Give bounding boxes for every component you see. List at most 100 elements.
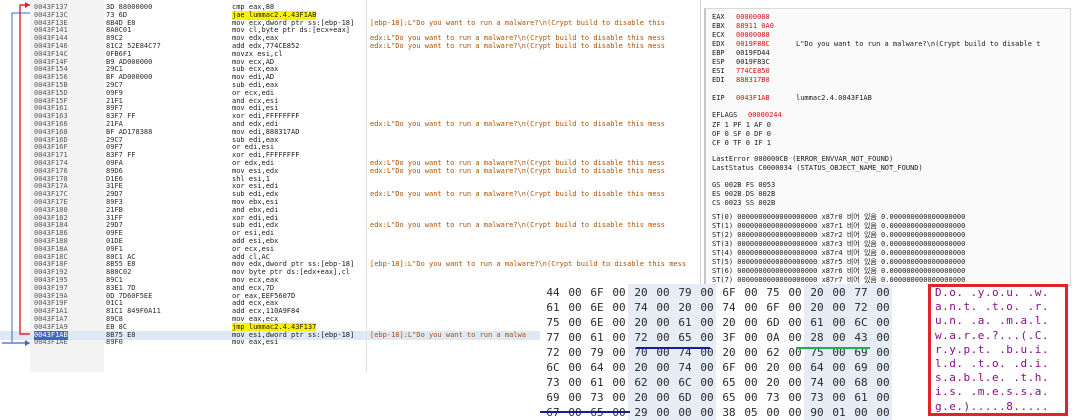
hex-byte: 00 [700,376,714,389]
hex-row[interactable]: 6C 00 64 00 20 00 74 00 6F 00 20 00 64 00 69 00 [540,360,928,376]
segment-row[interactable]: GS 002B FS 0053 [712,181,775,190]
jump-arrow-jmp-head [25,2,30,8]
hex-byte: 00 [568,331,582,344]
hex-row[interactable]: 69 00 73 00 20 00 6D 00 65 00 73 00 73 00 61 00 [540,390,928,406]
register-row[interactable]: EDI 888317B0 [712,76,796,85]
ascii-row[interactable]: g.e.).....8..... [935,399,1049,413]
hex-byte: 68 [854,376,868,389]
register-value: 0019F83C [736,58,770,66]
register-row[interactable]: ESP 0019F83C [712,58,796,67]
hex-byte: 00 [656,316,670,329]
hex-byte: 05 [744,406,758,419]
hex-byte: 00 [832,361,846,374]
hex-byte: 00 [656,406,670,419]
register-value: 888317B0 [736,76,770,84]
register-value: 0043F1AB [736,94,770,102]
hex-byte: 77 [854,286,868,299]
hex-byte: 74 [678,346,692,359]
hex-dump-pane[interactable]: 44 00 6F 00 20 00 79 00 6F 00 75 00 20 00 77 00 61 00 6E 00… [540,284,928,420]
hex-byte: 00 [568,376,582,389]
hex-byte: 00 [876,301,890,314]
register-row[interactable]: EDX 0019F88C L"Do you want to run a malwar… [712,40,1040,49]
hex-row[interactable]: 77 00 61 00 72 00 65 00 3F 00 0A 00 28 00 43 00 [540,330,928,346]
hex-byte: 00 [568,316,582,329]
hex-byte: 6F [766,301,780,314]
hex-byte: 00 [876,331,890,344]
hex-byte: 43 [854,331,868,344]
hex-byte: 6F [590,286,604,299]
register-row[interactable] [712,85,796,94]
hex-byte: 65 [590,406,604,419]
register-value: 00000088 [736,13,770,21]
register-row[interactable]: EAX 00000088 [712,13,796,22]
eflags-row[interactable]: EFLAGS 00000244 [712,111,808,120]
hex-row[interactable]: 73 00 61 00 62 00 6C 00 65 00 20 00 74 00 68 00 [540,375,928,391]
hex-byte: 20 [678,301,692,314]
hex-byte: 74 [634,301,648,314]
hex-byte: 6E [590,316,604,329]
hex-byte: 00 [700,286,714,299]
hex-byte: 65 [678,331,692,344]
hex-byte: 73 [766,391,780,404]
disassembly-bytes: 89F0 [106,338,123,347]
hex-byte: 00 [612,391,626,404]
hex-row[interactable]: 72 00 79 00 70 00 74 00 20 00 62 00 75 00 69 00 [540,345,928,361]
hex-byte: 00 [568,346,582,359]
hex-byte: 00 [568,301,582,314]
hex-byte: 6E [590,301,604,314]
hex-byte: 00 [744,376,758,389]
hex-byte: 00 [788,346,802,359]
fpu-register-row[interactable]: ST(2) 0000000000000000000 x87r2 비어 있음 0.… [712,231,965,240]
segment-row[interactable]: CS 0023 SS 002B [712,199,775,208]
hex-byte: 00 [832,316,846,329]
flags-row[interactable]: CF 0 TF 0 IF 1 [712,139,771,148]
hex-byte: 77 [546,331,560,344]
hex-byte: 6C [854,316,868,329]
hex-byte: 00 [700,361,714,374]
hex-row[interactable]: 61 00 6E 00 74 00 20 00 74 00 6F 00 20 00 72 00 [540,300,928,316]
hex-byte: 20 [722,316,736,329]
hex-byte: 29 [634,406,648,419]
flags-row[interactable]: OF 0 SF 0 DF 0 [712,130,771,139]
fpu-register-row[interactable]: ST(3) 0000000000000000000 x87r3 비어 있음 0.… [712,240,965,249]
register-row[interactable]: EIP 0043F1AB lummac2.4.0043F1AB [712,94,872,103]
hex-byte: 61 [546,301,560,314]
registers-pane[interactable]: EAX 00000088 EBX 88911 0A0 ECX 00000088 EDX 001… [704,8,1071,286]
register-row[interactable]: EBX 88911 0A0 [712,22,796,31]
hex-byte: 6F [722,286,736,299]
hex-byte: 00 [656,331,670,344]
hex-byte: 20 [634,361,648,374]
jump-arrow-jae [11,12,30,344]
hex-byte: 00 [832,331,846,344]
hex-row[interactable]: 75 00 6E 00 20 00 61 00 20 00 6D 00 61 00 6C 00 [540,315,928,331]
segment-row[interactable]: ES 002B DS 002B [712,190,775,199]
register-row[interactable]: ESI 774CE850 [712,67,796,76]
hex-byte: 00 [678,406,692,419]
hex-row[interactable]: 44 00 6F 00 20 00 79 00 6F 00 75 00 20 00 77 00 [540,285,928,301]
register-value: 0019F88C [736,40,770,48]
hex-byte: 00 [854,406,868,419]
hex-row[interactable]: 67 00 65 00 29 00 00 00 38 05 00 00 90 01 00 00 [540,405,928,420]
flags-row[interactable]: ZF 1 PF 1 AF 0 [712,121,771,130]
hex-byte: 00 [876,316,890,329]
hex-byte: 00 [832,346,846,359]
hex-byte: 61 [590,331,604,344]
fpu-register-row[interactable]: ST(6) 0000000000000000000 x87r6 비어 있음 0.… [712,267,965,276]
hex-byte: 6D [766,316,780,329]
fpu-register-row[interactable]: ST(5) 0000000000000000000 x87r5 비어 있음 0.… [712,258,965,267]
hex-byte: 20 [766,376,780,389]
hex-byte: 00 [788,361,802,374]
register-name: EBX [712,22,725,30]
fpu-register-row[interactable]: ST(1) 0000000000000000000 x87r1 비어 있음 0.… [712,222,965,231]
fpu-register-row[interactable]: ST(0) 0000000000000000000 x87r0 비어 있음 0.… [712,213,965,222]
hex-byte: 00 [700,316,714,329]
hex-byte: 00 [876,361,890,374]
register-row[interactable]: ECX 00000088 [712,31,796,40]
hex-byte: 00 [612,331,626,344]
hex-byte: 00 [876,406,890,419]
hex-byte: 20 [634,391,648,404]
ascii-dump-pane[interactable]: D.o. .y.o.u. .w. a.n.t. .t.o. .r. u.n. .a.… [928,284,1068,416]
register-row[interactable]: EBP 0019FD44 [712,49,796,58]
hex-byte: 28 [810,331,824,344]
fpu-register-row[interactable]: ST(4) 0000000000000000000 x87r4 비어 있음 0.… [712,249,965,258]
